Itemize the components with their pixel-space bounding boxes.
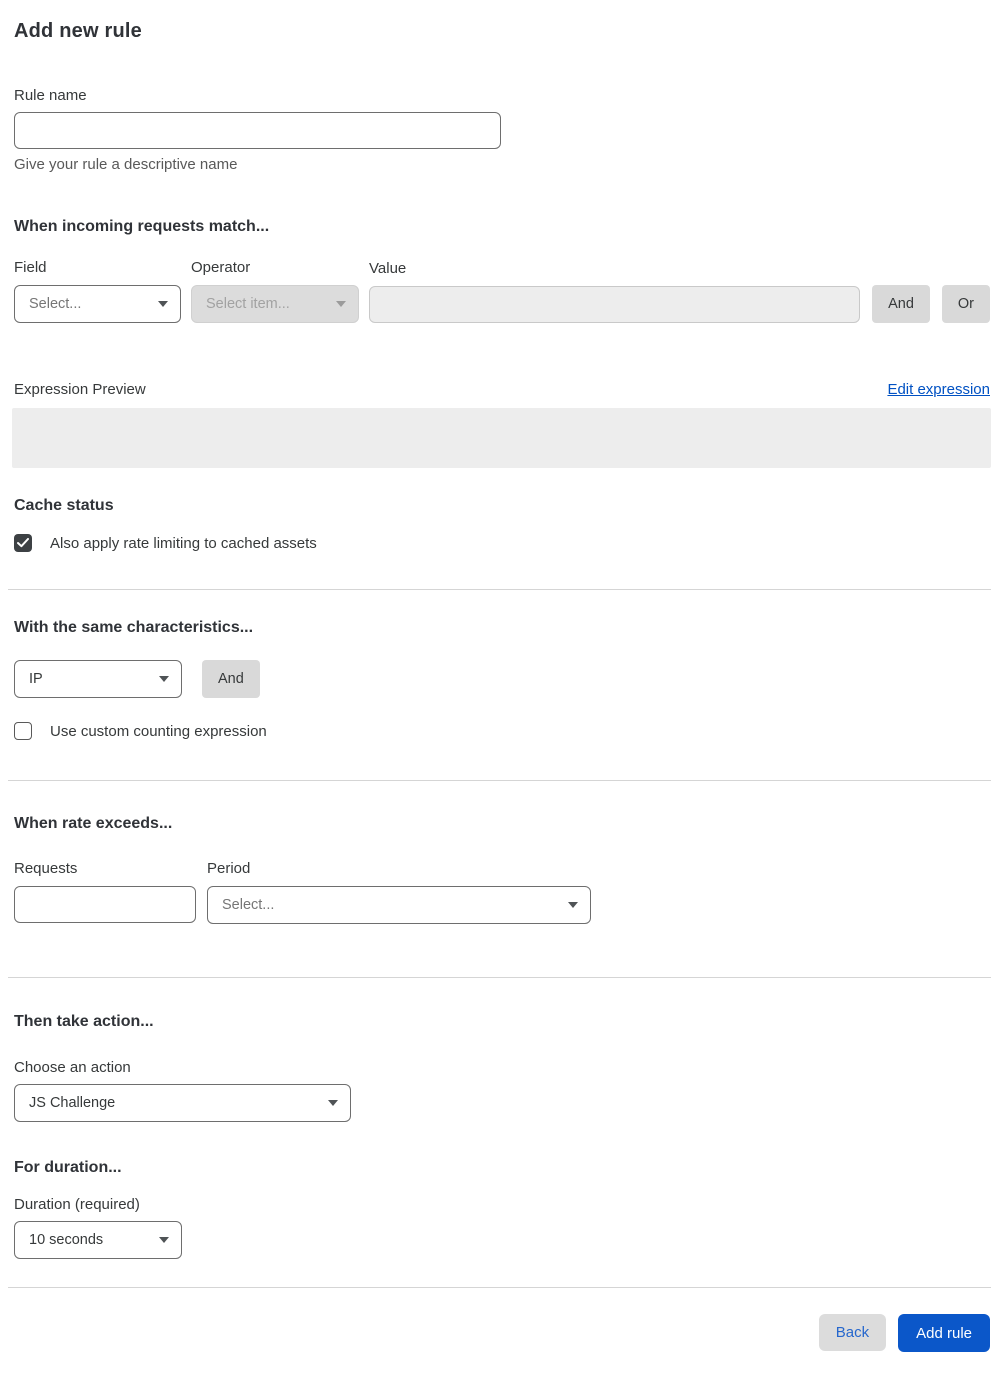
chevron-down-icon — [158, 301, 168, 307]
duration-heading: For duration... — [14, 1159, 122, 1176]
action-select[interactable]: JS Challenge — [14, 1084, 351, 1122]
choose-action-label: Choose an action — [14, 1059, 131, 1076]
action-heading: Then take action... — [14, 1013, 154, 1030]
value-label: Value — [369, 260, 407, 277]
expression-preview-label: Expression Preview — [14, 381, 146, 398]
requests-input[interactable] — [14, 886, 196, 923]
field-select-value: Select... — [29, 296, 82, 312]
custom-counting-checkbox[interactable] — [14, 722, 32, 740]
rule-name-label: Rule name — [14, 87, 87, 104]
add-rule-button[interactable]: Add rule — [898, 1314, 990, 1352]
field-label: Field — [14, 259, 47, 276]
expression-preview-box — [12, 408, 991, 468]
characteristic-select-value: IP — [29, 671, 43, 687]
page-title: Add new rule — [14, 20, 142, 42]
characteristics-heading: With the same characteristics... — [14, 619, 254, 636]
cached-assets-checkbox-label: Also apply rate limiting to cached asset… — [50, 534, 317, 552]
field-select[interactable]: Select... — [14, 285, 181, 323]
rule-name-helper: Give your rule a descriptive name — [14, 156, 238, 173]
section-divider — [8, 977, 991, 978]
custom-counting-checkbox-label: Use custom counting expression — [50, 722, 267, 740]
rule-name-input[interactable] — [14, 112, 501, 149]
period-label: Period — [207, 860, 251, 877]
chevron-down-icon — [568, 902, 578, 908]
section-divider — [8, 589, 991, 590]
period-select-value: Select... — [222, 897, 275, 913]
custom-counting-row: Use custom counting expression — [14, 722, 990, 740]
characteristic-select[interactable]: IP — [14, 660, 182, 698]
match-section-heading: When incoming requests match... — [14, 218, 270, 235]
or-condition-button[interactable]: Or — [941, 285, 990, 323]
edit-expression-link[interactable]: Edit expression — [887, 381, 990, 398]
operator-label: Operator — [191, 259, 251, 276]
chevron-down-icon — [328, 1100, 338, 1106]
duration-select[interactable]: 10 seconds — [14, 1221, 182, 1259]
cached-assets-checkbox[interactable] — [14, 534, 32, 552]
value-input — [369, 286, 861, 323]
rate-heading: When rate exceeds... — [14, 815, 173, 832]
period-select[interactable]: Select... — [207, 886, 591, 924]
operator-select-value: Select item... — [206, 296, 290, 312]
footer-actions: Back Add rule — [14, 1314, 990, 1352]
chevron-down-icon — [159, 676, 169, 682]
add-characteristic-and-button[interactable]: And — [202, 660, 260, 698]
back-button[interactable]: Back — [818, 1314, 887, 1351]
cache-status-heading: Cache status — [14, 497, 114, 514]
section-divider — [8, 780, 991, 781]
cache-checkbox-row: Also apply rate limiting to cached asset… — [14, 534, 990, 552]
match-builder-row: Field Select... Operator Select item... … — [14, 259, 990, 323]
action-select-value: JS Challenge — [29, 1095, 116, 1111]
add-rule-form: Add new rule Rule name Give your rule a … — [0, 0, 1002, 1392]
chevron-down-icon — [159, 1237, 169, 1243]
and-condition-button[interactable]: And — [872, 285, 930, 323]
requests-label: Requests — [14, 860, 78, 877]
duration-select-value: 10 seconds — [29, 1232, 104, 1248]
duration-label: Duration (required) — [14, 1196, 140, 1213]
footer-divider — [8, 1287, 991, 1288]
chevron-down-icon — [336, 301, 346, 307]
operator-select: Select item... — [191, 285, 359, 323]
check-icon — [17, 538, 29, 548]
